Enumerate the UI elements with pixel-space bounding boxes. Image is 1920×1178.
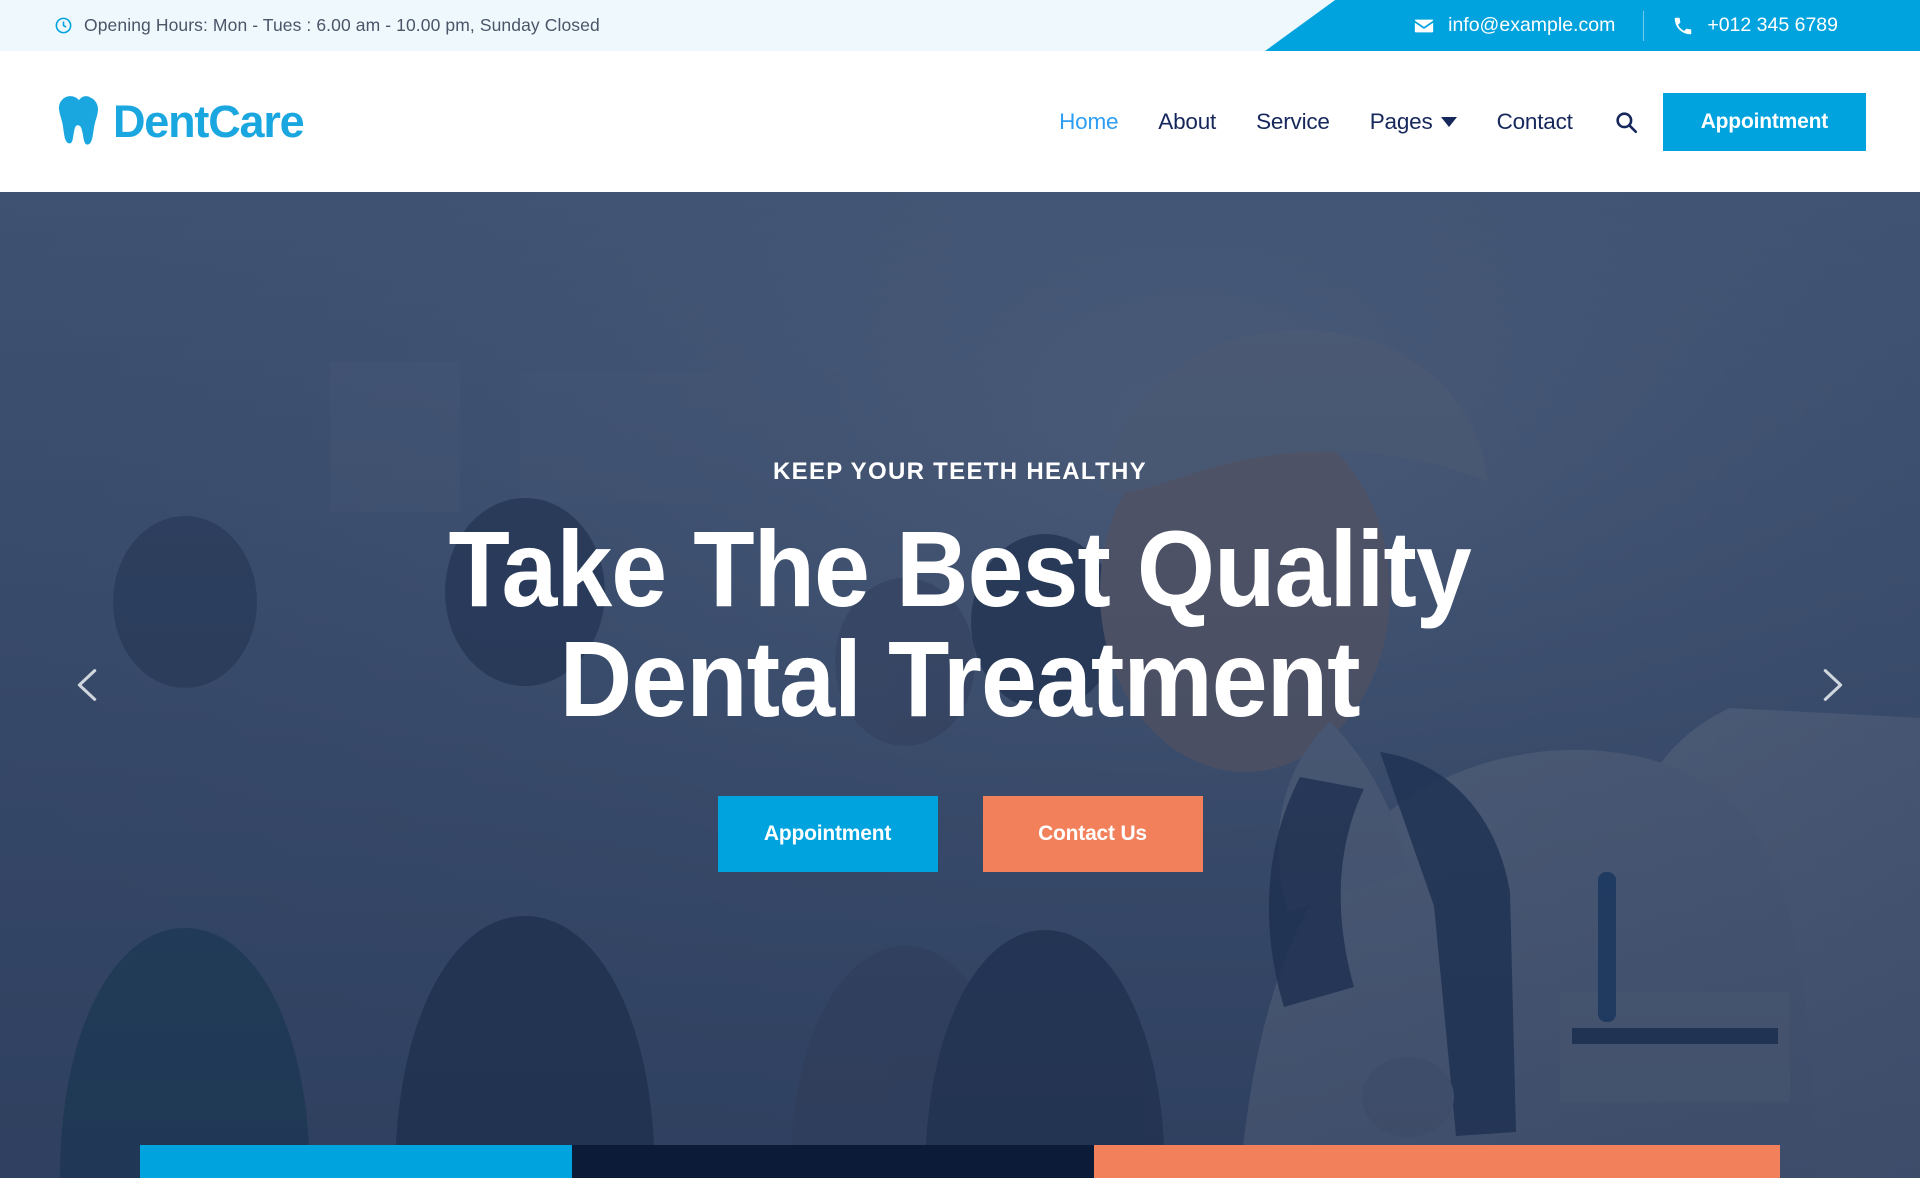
phone-text: +012 345 6789 (1707, 14, 1838, 36)
email-text: info@example.com (1448, 14, 1616, 36)
nav-item-pages[interactable]: Pages (1350, 109, 1477, 135)
logo[interactable]: DentCare (56, 94, 305, 150)
hero-slider: KEEP YOUR TEETH HEALTHY Take The Best Qu… (0, 192, 1920, 1178)
feature-panel-two[interactable] (572, 1145, 1094, 1178)
chevron-down-icon (1440, 116, 1457, 127)
opening-hours: Opening Hours: Mon - Tues : 6.00 am - 10… (54, 15, 600, 36)
topbar: Opening Hours: Mon - Tues : 6.00 am - 10… (0, 0, 1920, 51)
site-header: DentCare Home About Service Pages Contac… (0, 51, 1920, 192)
logo-text: DentCare (113, 95, 305, 147)
hero-contact-button[interactable]: Contact Us (982, 796, 1203, 873)
nav-item-contact[interactable]: Contact (1477, 109, 1593, 135)
hero-headline-line2: Dental Treatment (559, 618, 1361, 739)
hero-appointment-button[interactable]: Appointment (717, 796, 938, 873)
feature-panel-one[interactable] (140, 1145, 572, 1178)
feature-panels (140, 1145, 1780, 1178)
nav-item-home[interactable]: Home (1039, 109, 1138, 135)
phone-icon (1672, 15, 1694, 37)
opening-hours-text: Opening Hours: Mon - Tues : 6.00 am - 10… (84, 15, 600, 35)
nav-label-pages: Pages (1369, 108, 1433, 134)
nav-label-about: About (1158, 108, 1217, 134)
carousel-next-button[interactable] (1802, 655, 1862, 715)
hero-content: KEEP YOUR TEETH HEALTHY Take The Best Qu… (0, 192, 1920, 1178)
feature-panel-three[interactable] (1094, 1145, 1780, 1178)
main-nav: Home About Service Pages Contact Appoint… (1039, 92, 1866, 151)
tooth-icon (56, 94, 102, 150)
email-link[interactable]: info@example.com (1385, 11, 1643, 41)
nav-item-about[interactable]: About (1138, 109, 1236, 135)
envelope-icon (1413, 15, 1435, 37)
search-button[interactable] (1613, 109, 1639, 135)
hero-kicker: KEEP YOUR TEETH HEALTHY (773, 457, 1147, 485)
topbar-contact-group: info@example.com +012 345 6789 (1265, 0, 1920, 51)
nav-label-contact: Contact (1496, 108, 1573, 134)
nav-label-service: Service (1256, 108, 1330, 134)
carousel-prev-button[interactable] (58, 655, 118, 715)
search-icon (1613, 109, 1639, 135)
phone-link[interactable]: +012 345 6789 (1643, 10, 1866, 41)
hero-cta-group: Appointment Contact Us (717, 796, 1203, 873)
nav-label-home: Home (1059, 108, 1119, 134)
hero-headline: Take The Best Quality Dental Treatment (449, 513, 1472, 739)
nav-item-service[interactable]: Service (1236, 109, 1350, 135)
hero-headline-line1: Take The Best Quality (448, 507, 1472, 629)
appointment-button[interactable]: Appointment (1662, 92, 1866, 151)
clock-icon (54, 16, 73, 35)
